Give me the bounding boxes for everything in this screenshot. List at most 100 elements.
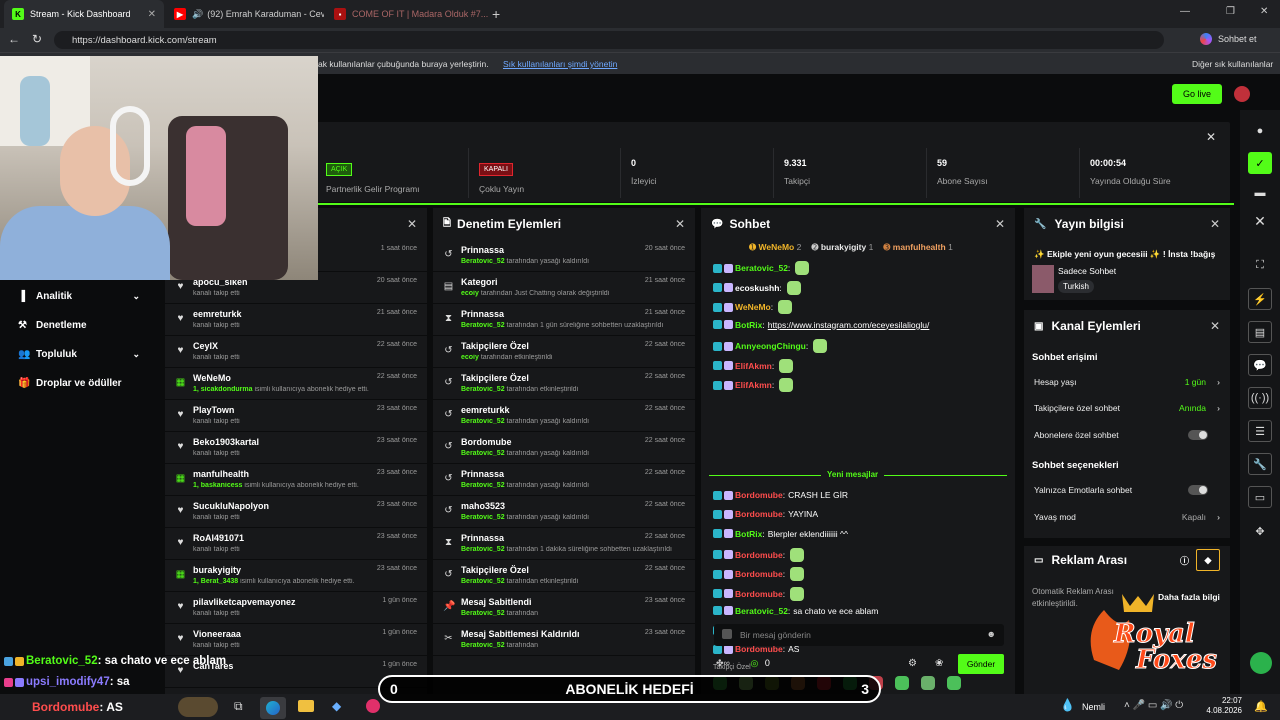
sidebar-item-drops[interactable]: 🎁 Droplar ve ödüller <box>18 378 122 389</box>
stat-uptime: 00:00:54 Yayında Olduğu Süre <box>1079 148 1230 198</box>
close-icon[interactable]: ✕ <box>407 217 417 231</box>
list-item: ↺ Takipçilere Özel Beratovic_52 tarafından… <box>433 560 695 592</box>
badge-icon <box>724 569 733 579</box>
reaction-icon[interactable]: ✤∞ <box>716 658 730 668</box>
back-icon[interactable]: ← <box>8 32 20 46</box>
expand-icon[interactable]: ⛶ <box>1248 254 1272 276</box>
copilot-icon[interactable] <box>1200 33 1212 45</box>
profile-chat-button[interactable]: Sohbet et <box>1218 34 1257 44</box>
emote-icon <box>795 261 810 275</box>
broadcast-icon[interactable]: ((·)) <box>1248 387 1272 409</box>
user-icon[interactable]: ● <box>1248 120 1272 142</box>
notifications-icon[interactable]: 🔔 <box>1254 700 1268 713</box>
chat-username[interactable]: WeNeMo <box>735 302 771 312</box>
subscribers-only-toggle[interactable] <box>1188 430 1208 440</box>
emote-icon[interactable] <box>921 676 935 690</box>
chat-username[interactable]: Bordomube <box>735 490 783 500</box>
chat-username[interactable]: ecoskushh <box>735 283 779 293</box>
send-button[interactable]: Gönder <box>958 654 1004 674</box>
badge-icon <box>724 644 733 654</box>
wrench-icon: 🔧 <box>1034 218 1047 230</box>
manage-favorites-link[interactable]: Sık kullanılanları şimdi yönetin <box>503 59 617 69</box>
folder-icon[interactable] <box>298 700 314 712</box>
close-icon[interactable]: ✕ <box>1206 130 1216 144</box>
chat-username[interactable]: Bordomube <box>735 589 783 599</box>
timestamp: 23 saat önce <box>644 597 685 604</box>
timestamp: 1 gün önce <box>382 597 417 604</box>
close-icon[interactable]: ✕ <box>675 217 685 231</box>
chat-input[interactable]: Bir mesaj gönderin ☻ <box>714 624 1004 646</box>
chat-message: ElifAkmn: <box>713 378 794 392</box>
check-icon[interactable]: ✓ <box>1248 152 1272 174</box>
browser-tab-kick[interactable]: K Stream - Kick Dashboard ✕ <box>4 0 164 28</box>
minimize-button[interactable]: — <box>1180 6 1190 17</box>
browser-tab-kick-2[interactable]: ▪ COME OF IT | Madara Olduk #7... ✕ <box>326 0 488 28</box>
followers-only-setting[interactable]: Takipçilere özel sohbet Anında › <box>1034 403 1220 413</box>
chat-username[interactable]: Bordomube <box>735 509 783 519</box>
sidebar-item-analytics[interactable]: ▐ Analitik ⌄ <box>18 291 158 302</box>
chat-username[interactable]: Beratovic_52 <box>735 606 788 616</box>
chat-username[interactable]: Bordomube <box>735 550 783 560</box>
edge-icon[interactable] <box>260 697 286 719</box>
chat-username[interactable]: ElifAkmn <box>735 361 772 371</box>
chat-username[interactable]: Beratovic_52 <box>735 263 788 273</box>
owl-icon[interactable] <box>178 697 218 717</box>
emote-icon[interactable] <box>947 676 961 690</box>
app-icon-2[interactable] <box>366 699 380 713</box>
chat-username[interactable]: AnnyeongChingu <box>735 341 806 351</box>
emoji-icon[interactable]: ☻ <box>987 629 996 639</box>
lightning-icon[interactable]: ⚡ <box>1248 288 1272 310</box>
ad-break-button[interactable]: ◆ <box>1196 549 1220 571</box>
info-icon[interactable]: ⓘ <box>1180 554 1189 567</box>
sidebar-item-community[interactable]: 👥 Topluluk ⌄ <box>18 349 158 360</box>
close-icon[interactable]: ✕ <box>1210 319 1220 333</box>
close-icon[interactable]: ✕ <box>1248 210 1272 232</box>
document-icon[interactable]: ▤ <box>1248 321 1272 343</box>
chat-message: Bordomube: <box>713 567 805 582</box>
gear-icon[interactable]: ⚙ <box>908 658 917 669</box>
emote-only-toggle[interactable] <box>1188 485 1208 495</box>
other-favorites-button[interactable]: Diğer sık kullanılanlar <box>1192 59 1273 69</box>
chat-username[interactable]: Bordomube <box>735 569 783 579</box>
chat-message: BotRix: Blerpler eklendiiiiiii ^^ <box>713 529 848 539</box>
browser-tab-youtube[interactable]: ▶ 🔊 (92) Emrah Karaduman - Cevap ✕ <box>166 0 324 28</box>
chat-username[interactable]: BotRix <box>735 529 762 539</box>
tag-chip[interactable]: Turkish <box>1058 280 1094 293</box>
app-icon[interactable]: ◆ <box>332 699 341 713</box>
reload-icon[interactable]: ↻ <box>32 32 42 46</box>
chat-link[interactable]: https://www.instagram.com/eceyesilaliogl… <box>768 320 930 330</box>
goal-end: 3 <box>861 681 869 697</box>
close-tab-icon[interactable]: ✕ <box>142 9 156 20</box>
heart-icon: ♥ <box>177 409 184 420</box>
category-name[interactable]: Sadece Sohbet <box>1058 266 1116 276</box>
points-icon: ◎ <box>750 658 759 668</box>
window-close-button[interactable]: ✕ <box>1260 6 1268 17</box>
weather-icon: 💧 <box>1060 698 1075 712</box>
chat-username[interactable]: ElifAkmn <box>735 380 772 390</box>
sidebar-item-moderation[interactable]: ⚒ Denetleme <box>18 320 87 331</box>
chat-icon[interactable]: 💬 <box>1248 354 1272 376</box>
task-view-icon[interactable]: ⧉ <box>234 699 243 714</box>
wrench-icon[interactable]: 🔧 <box>1248 453 1272 475</box>
tray-icons[interactable]: ˄ 🎤 ▭ 🔊 ⏻ <box>1124 700 1183 711</box>
avatar[interactable] <box>1234 86 1250 102</box>
layout-icon[interactable]: ▬ <box>1248 182 1272 204</box>
chat-username[interactable]: BotRix <box>735 320 762 330</box>
new-tab-button[interactable]: + <box>492 6 500 22</box>
activity-desc: kanalı takip etti <box>193 610 427 617</box>
list-icon[interactable]: ☰ <box>1248 420 1272 442</box>
maximize-button[interactable]: ❐ <box>1226 6 1235 17</box>
puzzle-icon[interactable]: ✥ <box>1248 520 1272 542</box>
timestamp: 22 saat önce <box>644 533 685 540</box>
account-age-setting[interactable]: Hesap yaşı 1 gün › <box>1034 377 1220 387</box>
chart-icon: ▐ <box>18 291 26 302</box>
slow-mode-setting[interactable]: Yavaş mod Kapalı › <box>1034 512 1220 522</box>
close-icon[interactable]: ✕ <box>1210 217 1220 231</box>
close-icon[interactable]: ✕ <box>995 217 1005 231</box>
url-input[interactable]: https://dashboard.kick.com/stream <box>54 31 1164 49</box>
emote-icon[interactable] <box>895 676 909 690</box>
emote-picker-icon[interactable]: ❀ <box>935 658 943 669</box>
tv-icon[interactable]: ▭ <box>1248 486 1272 508</box>
go-live-button[interactable]: Go live <box>1172 84 1222 104</box>
support-icon[interactable] <box>1250 652 1272 674</box>
